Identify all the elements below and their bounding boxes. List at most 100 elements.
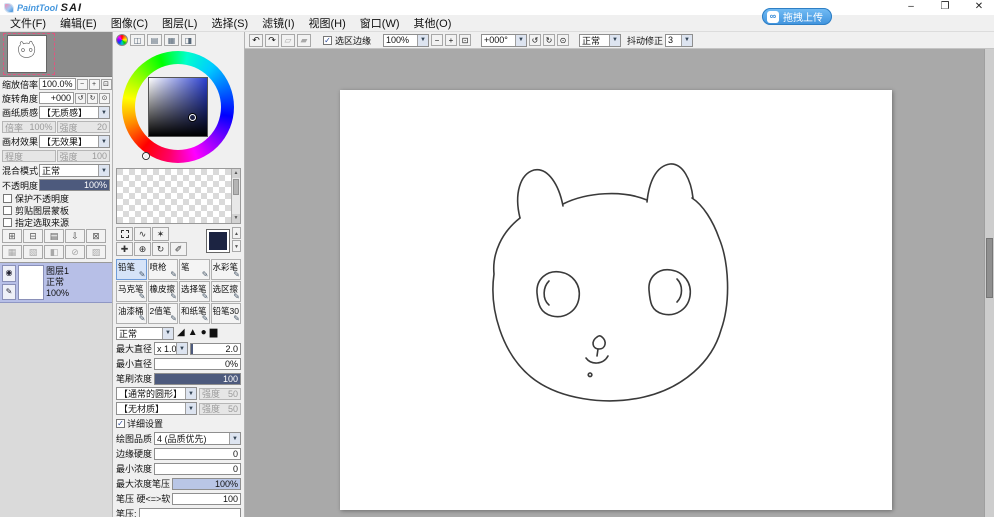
brush-tip-shape-2[interactable]: ▲ [188, 328, 198, 338]
reselect-button[interactable]: ▰ [297, 33, 311, 47]
chevron-down-icon[interactable]: ▼ [185, 403, 196, 414]
redo-button[interactable]: ↷ [265, 33, 279, 47]
lock-layer-button[interactable]: ◧ [44, 245, 64, 259]
checkbox-icon[interactable] [3, 193, 12, 203]
brush-eraser[interactable]: 橡皮擦 ✎ [147, 281, 178, 302]
merge-down-button[interactable]: ⊠ [86, 229, 106, 243]
nav-zoom-out-button[interactable]: − [76, 78, 88, 90]
rgb-slider-toggle[interactable]: ◫ [130, 34, 145, 46]
menu-others[interactable]: 其他(O) [407, 15, 459, 31]
layer-list[interactable]: ◉ ✎ 图层1 正常 100% [0, 262, 112, 517]
view-rotate-reset-button[interactable]: ⊙ [557, 34, 570, 46]
stabilizer-select[interactable]: 3 ▼ [665, 33, 694, 47]
checkbox-clipping-mask[interactable]: 剪贴图层蒙板 [0, 204, 112, 216]
hue-marker[interactable] [143, 153, 149, 159]
view-zoom-select[interactable]: 100% ▼ [383, 33, 430, 47]
panel-scroll-down-icon[interactable]: ▼ [232, 240, 241, 252]
eyedropper-tool[interactable]: ✐ [170, 242, 187, 256]
hsv-slider-toggle[interactable]: ▤ [147, 34, 162, 46]
move-tool[interactable]: ✚ [116, 242, 133, 256]
brush-pencil[interactable]: 铅笔 ✎ [116, 259, 147, 280]
view-rotate-ccw-button[interactable]: ↺ [529, 34, 542, 46]
scratchpad-toggle[interactable]: ◨ [181, 34, 196, 46]
scroll-down-icon[interactable]: ▼ [232, 214, 240, 223]
menu-file[interactable]: 文件(F) [3, 15, 53, 31]
blend-mode-select[interactable]: 正常 ▼ [39, 164, 110, 177]
maximize-button[interactable]: ❐ [934, 0, 956, 14]
menu-selection[interactable]: 选择(S) [204, 15, 255, 31]
checkbox-checked-icon[interactable]: ✓ [323, 35, 332, 45]
paper-strength-box[interactable]: 强度 20 [56, 121, 110, 133]
min-diameter-slider[interactable]: 0% [154, 357, 241, 370]
paint-mode-select[interactable]: 正常 ▼ [579, 33, 622, 47]
layer-row[interactable]: ◉ ✎ 图层1 正常 100% [0, 263, 112, 303]
canvas-viewport[interactable] [245, 49, 994, 517]
zoom-ratio-value[interactable]: 100.0% [39, 78, 76, 90]
saturation-value-square[interactable] [148, 77, 208, 137]
scratchpad[interactable]: ▲ ▼ [116, 168, 241, 224]
brush-airbrush[interactable]: 喷枪 ✎ [147, 259, 178, 280]
upload-button[interactable]: ∞ 拖拽上传 [762, 8, 832, 25]
brush-texture-select[interactable]: 【无材质】 ▼ [116, 402, 197, 415]
texture-strength-box[interactable]: 强度 50 [199, 402, 241, 415]
checkbox-checked-icon[interactable]: ✓ [116, 419, 125, 428]
brush-shape-select[interactable]: 【通常的圆形】 ▼ [116, 387, 197, 400]
navigator-view-frame[interactable] [3, 33, 55, 75]
clear-layer-button[interactable]: ▦ [2, 245, 22, 259]
view-zoom-out-button[interactable]: − [431, 34, 444, 46]
checkbox-icon[interactable] [3, 217, 12, 227]
menu-filter[interactable]: 滤镜(I) [255, 15, 301, 31]
menu-view[interactable]: 视图(H) [302, 15, 353, 31]
undo-button[interactable]: ↶ [249, 33, 263, 47]
brush-marker[interactable]: 马克笔 ✎ [116, 281, 147, 302]
chevron-down-icon[interactable]: ▼ [98, 165, 109, 176]
pressure-clipped-slider[interactable] [138, 507, 241, 517]
panel-scroll-up-icon[interactable]: ▲ [232, 227, 241, 239]
chevron-down-icon[interactable]: ▼ [162, 327, 173, 339]
edge-hardness-slider[interactable]: 0 [154, 447, 241, 460]
magic-wand-tool[interactable]: ✶ [152, 227, 169, 241]
brush-blend-select[interactable]: 正常 ▼ [116, 326, 174, 340]
chevron-down-icon[interactable]: ▼ [417, 34, 429, 46]
brush-pen[interactable]: 笔 ✎ [179, 259, 210, 280]
view-zoom-reset-button[interactable]: ⊡ [459, 34, 472, 46]
scroll-up-icon[interactable]: ▲ [232, 169, 240, 178]
checkbox-protect-opacity[interactable]: 保护不透明度 [0, 192, 112, 204]
nav-rotate-reset-button[interactable]: ⊙ [99, 92, 110, 104]
minimize-button[interactable]: – [900, 0, 922, 14]
brush-tip-shape-1[interactable]: ◢ [177, 328, 185, 338]
quality-select[interactable]: 4 (品质优先) ▼ [154, 432, 241, 445]
advanced-settings-checkbox[interactable]: ✓ 详细设置 [113, 416, 244, 431]
menu-edit[interactable]: 编辑(E) [53, 15, 104, 31]
menu-window[interactable]: 窗口(W) [353, 15, 407, 31]
layer-settings-button[interactable]: ⊘ [65, 245, 85, 259]
color-wheel-toggle-icon[interactable] [116, 34, 128, 46]
layer-extra-button[interactable]: ▨ [86, 245, 106, 259]
deselect-button[interactable]: ▱ [281, 33, 295, 47]
brush-density-slider[interactable]: 100 [154, 372, 241, 385]
rotate-tool[interactable]: ↻ [152, 242, 169, 256]
diameter-unit-select[interactable]: x 1.0 ▼ [154, 342, 189, 355]
effect-strength-box[interactable]: 强度 100 [56, 150, 110, 162]
rotate-angle-value[interactable]: +000 [39, 92, 74, 104]
chevron-down-icon[interactable]: ▼ [515, 34, 527, 46]
canvas-drawing[interactable] [340, 90, 892, 510]
new-layer-button[interactable]: ⊞ [2, 229, 22, 243]
nav-zoom-in-button[interactable]: + [88, 78, 100, 90]
paper-scale-box[interactable]: 倍率 100% [2, 121, 56, 133]
scrollbar-thumb[interactable] [986, 238, 993, 298]
menu-layer[interactable]: 图层(L) [155, 15, 204, 31]
min-density-slider[interactable]: 0 [154, 462, 241, 475]
navigator-preview[interactable] [0, 32, 112, 77]
chevron-down-icon[interactable]: ▼ [185, 388, 196, 399]
brush-selection-pen[interactable]: 选择笔 ✎ [179, 281, 210, 302]
max-diameter-slider[interactable]: 2.0 [190, 342, 241, 355]
current-color-swatch[interactable] [206, 229, 230, 253]
color-wheel[interactable] [113, 48, 244, 166]
chevron-down-icon[interactable]: ▼ [609, 34, 621, 46]
brush-bucket[interactable]: 油漆桶 ✎ [116, 303, 147, 324]
brush-tip-shape-3[interactable]: ● [201, 328, 207, 338]
checkbox-selection-source[interactable]: 指定选取来源 [0, 216, 112, 228]
nav-rotate-cw-button[interactable]: ↻ [87, 92, 98, 104]
chevron-down-icon[interactable]: ▼ [98, 136, 109, 147]
